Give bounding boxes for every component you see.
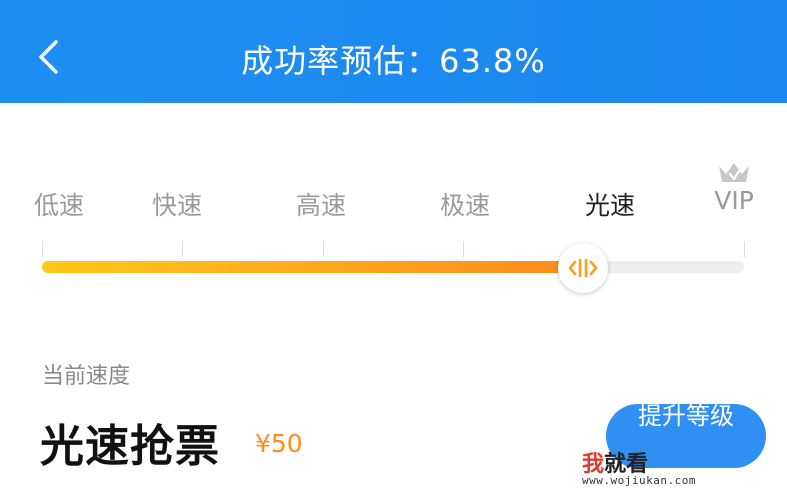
page-title: 成功率预估：63.8%: [241, 42, 546, 80]
speed-option-high[interactable]: 高速: [296, 186, 346, 222]
speed-slider-thumb[interactable]: [557, 243, 608, 293]
tick-mark: [463, 241, 464, 257]
watermark: 我就看 www.wojiukan.com: [582, 446, 787, 498]
upgrade-level-label: 提升等级: [638, 404, 734, 430]
watermark-url: www.wojiukan.com: [582, 474, 696, 487]
drag-handle-icon: [568, 258, 597, 278]
price-tag: ¥50: [255, 429, 303, 458]
tick-mark: [182, 241, 183, 257]
tick-mark: [323, 241, 324, 257]
tick-mark: [42, 241, 43, 257]
speed-option-fast[interactable]: 快速: [152, 186, 202, 222]
current-speed-name: 光速抢票: [40, 421, 220, 472]
crown-icon: [719, 163, 749, 182]
speed-slider-fill: [42, 261, 583, 273]
current-speed-label: 当前速度: [42, 364, 131, 389]
speed-options: 低速 快速 高速 极速 光速 VIP: [0, 186, 787, 226]
speed-option-vip[interactable]: VIP: [714, 186, 754, 215]
speed-option-extreme[interactable]: 极速: [440, 186, 490, 222]
speed-option-low[interactable]: 低速: [34, 186, 84, 222]
top-bar: 成功率预估：63.8%: [0, 0, 787, 103]
speed-option-light[interactable]: 光速: [585, 186, 635, 222]
tick-mark: [744, 241, 745, 257]
